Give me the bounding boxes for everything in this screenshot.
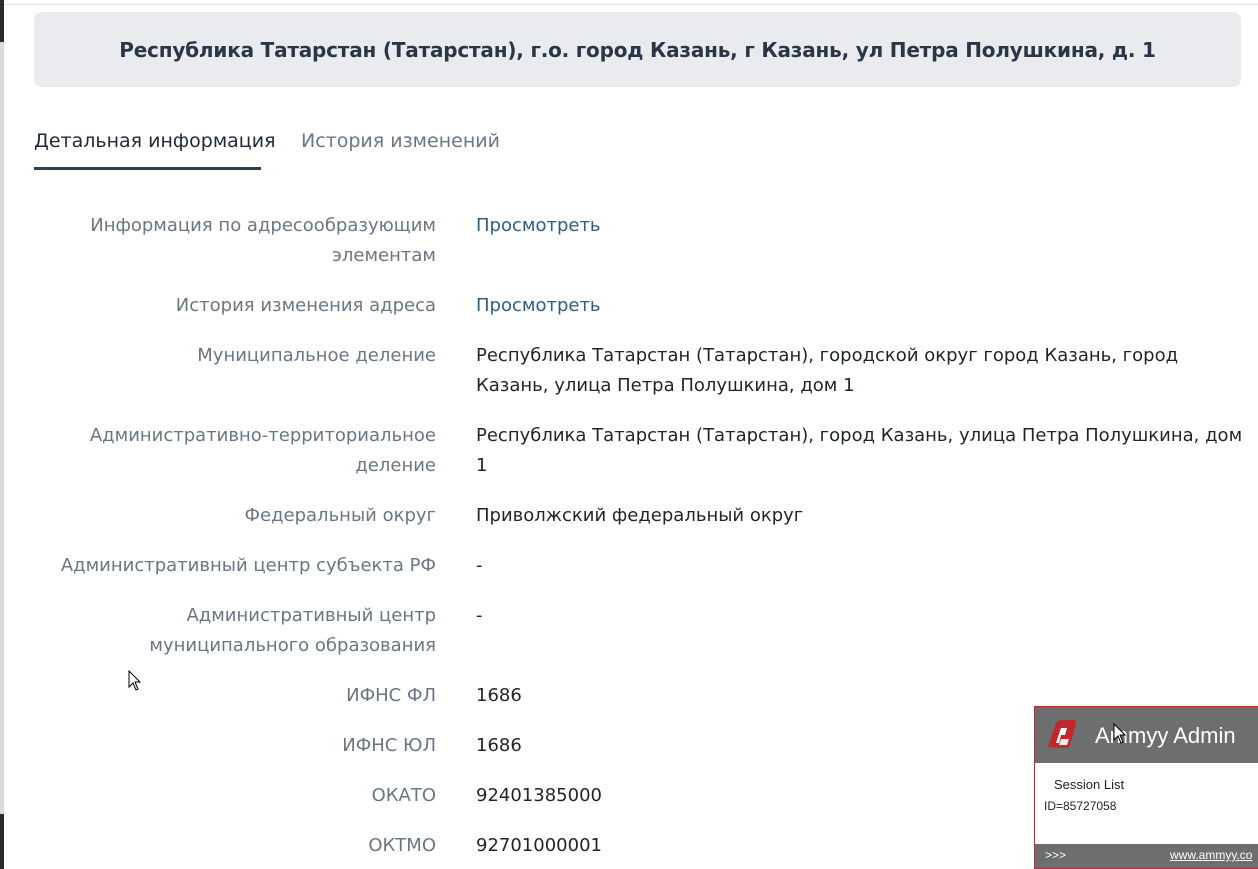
ammyy-admin-window[interactable]: Ammyy Admin Session List ID=85727058 >>>… — [1034, 706, 1258, 869]
active-tab-indicator — [34, 167, 261, 170]
detail-label: История изменения адреса — [175, 295, 436, 316]
ammyy-website-link[interactable]: www.ammyy.co — [1170, 848, 1252, 862]
detail-label: Административный центр муниципального об… — [149, 605, 436, 656]
session-list-label[interactable]: Session List — [1054, 777, 1124, 792]
detail-label: ИФНС ЮЛ — [342, 735, 436, 756]
ammyy-footer: >>> www.ammyy.co — [1035, 844, 1258, 868]
expand-arrows-button[interactable]: >>> — [1045, 848, 1066, 862]
top-divider — [4, 4, 1258, 5]
detail-value: Приволжский федеральный округ — [476, 505, 804, 526]
detail-label: Федеральный округ — [244, 505, 436, 526]
detail-value: - — [476, 605, 483, 626]
mouse-cursor-icon — [128, 669, 142, 696]
detail-value: Республика Татарстан (Татарстан), городс… — [476, 345, 1179, 396]
view-address-history-link[interactable]: Просмотреть — [476, 291, 1256, 321]
window-left-edge — [0, 0, 4, 869]
tab-change-history[interactable]: История изменений — [301, 130, 500, 152]
mouse-cursor-icon — [1113, 722, 1127, 749]
ammyy-logo-icon — [1044, 719, 1078, 753]
detail-label: Административно-территориальное деление — [89, 425, 436, 476]
detail-value: Республика Татарстан (Татарстан), город … — [476, 425, 1243, 476]
detail-label: ОКАТО — [371, 785, 436, 806]
view-address-elements-link[interactable]: Просмотреть — [476, 211, 1256, 241]
detail-label: ИФНС ФЛ — [346, 685, 436, 706]
address-header: Республика Татарстан (Татарстан), г.о. г… — [34, 12, 1241, 87]
detail-label: Информация по адресообразующим элементам — [90, 215, 436, 266]
ammyy-title-bar[interactable]: Ammyy Admin — [1035, 707, 1258, 763]
detail-value: - — [476, 555, 483, 576]
detail-label: Административный центр субъекта РФ — [60, 555, 436, 576]
detail-label: Муниципальное деление — [197, 345, 436, 366]
detail-label: ОКТМО — [368, 835, 436, 856]
session-id: ID=85727058 — [1044, 799, 1117, 813]
tab-detail-info[interactable]: Детальная информация — [34, 130, 276, 152]
page-title: Республика Татарстан (Татарстан), г.о. г… — [119, 37, 1156, 62]
